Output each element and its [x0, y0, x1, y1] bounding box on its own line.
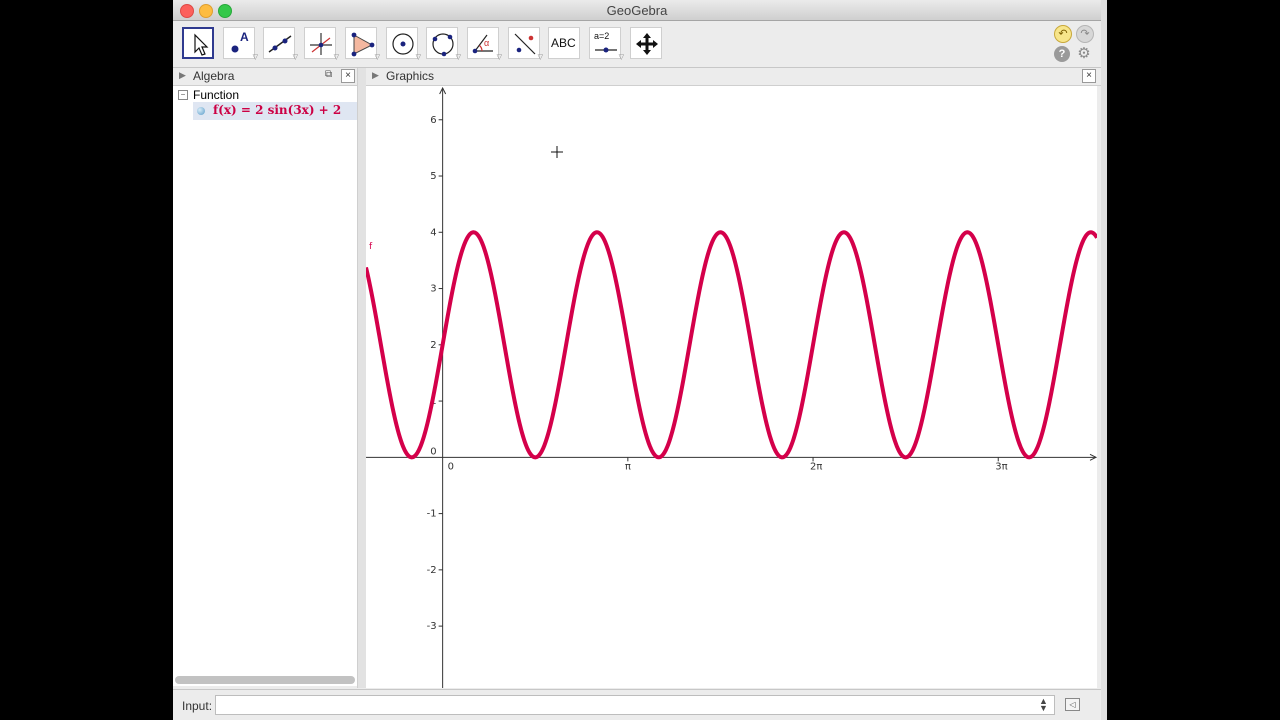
algebra-item[interactable]: f(x) = 2 sin(3x) + 2: [193, 102, 357, 120]
x-tick-label: π: [625, 461, 631, 472]
function-curve: [366, 230, 1097, 460]
perpendicular-line-tool-button[interactable]: ▽: [304, 27, 339, 61]
undo-button[interactable]: ↶: [1054, 25, 1072, 43]
conic-tool-button[interactable]: ▽: [426, 27, 461, 61]
window-edge: [1101, 0, 1107, 720]
input-help-icon[interactable]: ◁: [1065, 698, 1080, 711]
title-bar: GeoGebra: [173, 0, 1101, 21]
tool-menu-indicator-icon: ▽: [415, 54, 421, 61]
move-tool-button[interactable]: [182, 27, 214, 59]
reflect-about-line-icon: [514, 33, 536, 55]
tool-menu-indicator-icon: ▽: [496, 54, 502, 61]
circle-icon: [392, 33, 414, 55]
visibility-toggle-icon[interactable]: [197, 107, 205, 115]
algebra-panel-title: Algebra: [193, 69, 235, 83]
toolbar: A ▽ ▽ ▽ ▽ ▽ ▽ α ▽ ▽ ABC a=2 ▽ ↶ ↷ ? ⚙: [173, 21, 1101, 68]
y-tick-label: -2: [427, 565, 437, 576]
x-tick-label: 2π: [810, 461, 822, 472]
graphics-view[interactable]: 0 π 2π 3π -3 -2 -1 0 1 2 3 4 5 6 f: [366, 86, 1097, 688]
text-tool-label: ABC: [551, 36, 576, 50]
circle-through-points-icon: [432, 33, 454, 57]
settings-button[interactable]: ⚙: [1076, 46, 1092, 62]
polygon-tool-button[interactable]: ▽: [345, 27, 380, 61]
function-label: f: [369, 242, 373, 252]
help-button[interactable]: ?: [1054, 46, 1070, 62]
slider-icon: [595, 47, 617, 53]
x-tick-label: 3π: [995, 461, 1007, 472]
y-tick-label: 5: [430, 171, 436, 182]
y-tick-label: 2: [430, 340, 436, 351]
cursor-arrow-icon: [194, 33, 209, 56]
angle-tool-button[interactable]: α ▽: [467, 27, 502, 61]
window-title: GeoGebra: [606, 3, 668, 18]
function-formula: f(x) = 2 sin(3x) + 2: [213, 103, 342, 117]
geogebra-window: GeoGebra A ▽ ▽ ▽ ▽ ▽ ▽ α ▽ ▽ ABC a=2 ▽ ↶…: [173, 0, 1101, 720]
close-graphics-panel-button[interactable]: ×: [1082, 69, 1096, 83]
help-icon: ?: [1058, 48, 1066, 60]
circle-tool-button[interactable]: ▽: [386, 27, 421, 61]
collapse-category-icon[interactable]: −: [178, 90, 188, 100]
algebra-view: − Function f(x) = 2 sin(3x) + 2: [173, 86, 357, 686]
algebra-category-label: Function: [193, 88, 240, 102]
input-field[interactable]: [215, 695, 1055, 715]
tool-menu-indicator-icon: ▽: [537, 54, 543, 61]
gear-icon: ⚙: [1077, 45, 1091, 62]
input-history-icon[interactable]: ▲ ▼: [1039, 697, 1048, 713]
y-tick-label: 4: [430, 227, 436, 238]
y-tick-label: 6: [430, 115, 436, 126]
algebra-horizontal-scrollbar[interactable]: [175, 676, 355, 684]
collapse-arrow-icon[interactable]: ▶: [372, 70, 379, 81]
redo-button[interactable]: ↷: [1076, 25, 1094, 43]
input-bar: Input: ▲ ▼ ◁: [173, 689, 1101, 720]
move-arrows-icon: [636, 33, 658, 55]
y-tick-label: -1: [427, 509, 437, 520]
redo-icon: ↷: [1080, 28, 1090, 40]
point-tool-button[interactable]: A ▽: [223, 27, 258, 61]
graphics-panel-header: ▶ Graphics ×: [366, 68, 1101, 86]
undock-icon[interactable]: ⧉: [325, 69, 332, 80]
reflect-tool-button[interactable]: ▽: [508, 27, 543, 61]
slider-tool-button[interactable]: a=2 ▽: [589, 27, 624, 61]
line-icon: [268, 35, 292, 53]
polygon-icon: [351, 32, 375, 57]
text-tool-button[interactable]: ABC: [548, 27, 580, 59]
tool-menu-indicator-icon: ▽: [374, 54, 380, 61]
tool-menu-indicator-icon: ▽: [333, 54, 339, 61]
collapse-arrow-icon[interactable]: ▶: [179, 70, 186, 81]
y-tick-label: 3: [430, 284, 436, 295]
graphics-panel-title: Graphics: [386, 69, 435, 83]
y-tick-label: 0: [430, 446, 436, 457]
line-tool-button[interactable]: ▽: [263, 27, 298, 61]
close-algebra-panel-button[interactable]: ×: [341, 69, 355, 83]
function-plot[interactable]: 0 π 2π 3π-3-2-10123456f: [366, 86, 1097, 688]
tool-menu-indicator-icon: ▽: [618, 54, 624, 61]
angle-tool-label: α: [484, 38, 490, 48]
x-tick-label: 0: [448, 461, 454, 472]
undo-icon: ↶: [1058, 28, 1068, 40]
algebra-panel-header: ▶ Algebra ⧉ ×: [173, 68, 357, 86]
point-tool-label: A: [240, 30, 249, 44]
perpendicular-line-icon: [310, 33, 332, 55]
tool-menu-indicator-icon: ▽: [252, 54, 258, 61]
move-graphics-view-tool-button[interactable]: [630, 27, 662, 59]
tool-menu-indicator-icon: ▽: [455, 54, 461, 61]
tool-menu-indicator-icon: ▽: [292, 54, 298, 61]
y-tick-label: -3: [427, 621, 437, 632]
input-label: Input:: [182, 699, 213, 713]
